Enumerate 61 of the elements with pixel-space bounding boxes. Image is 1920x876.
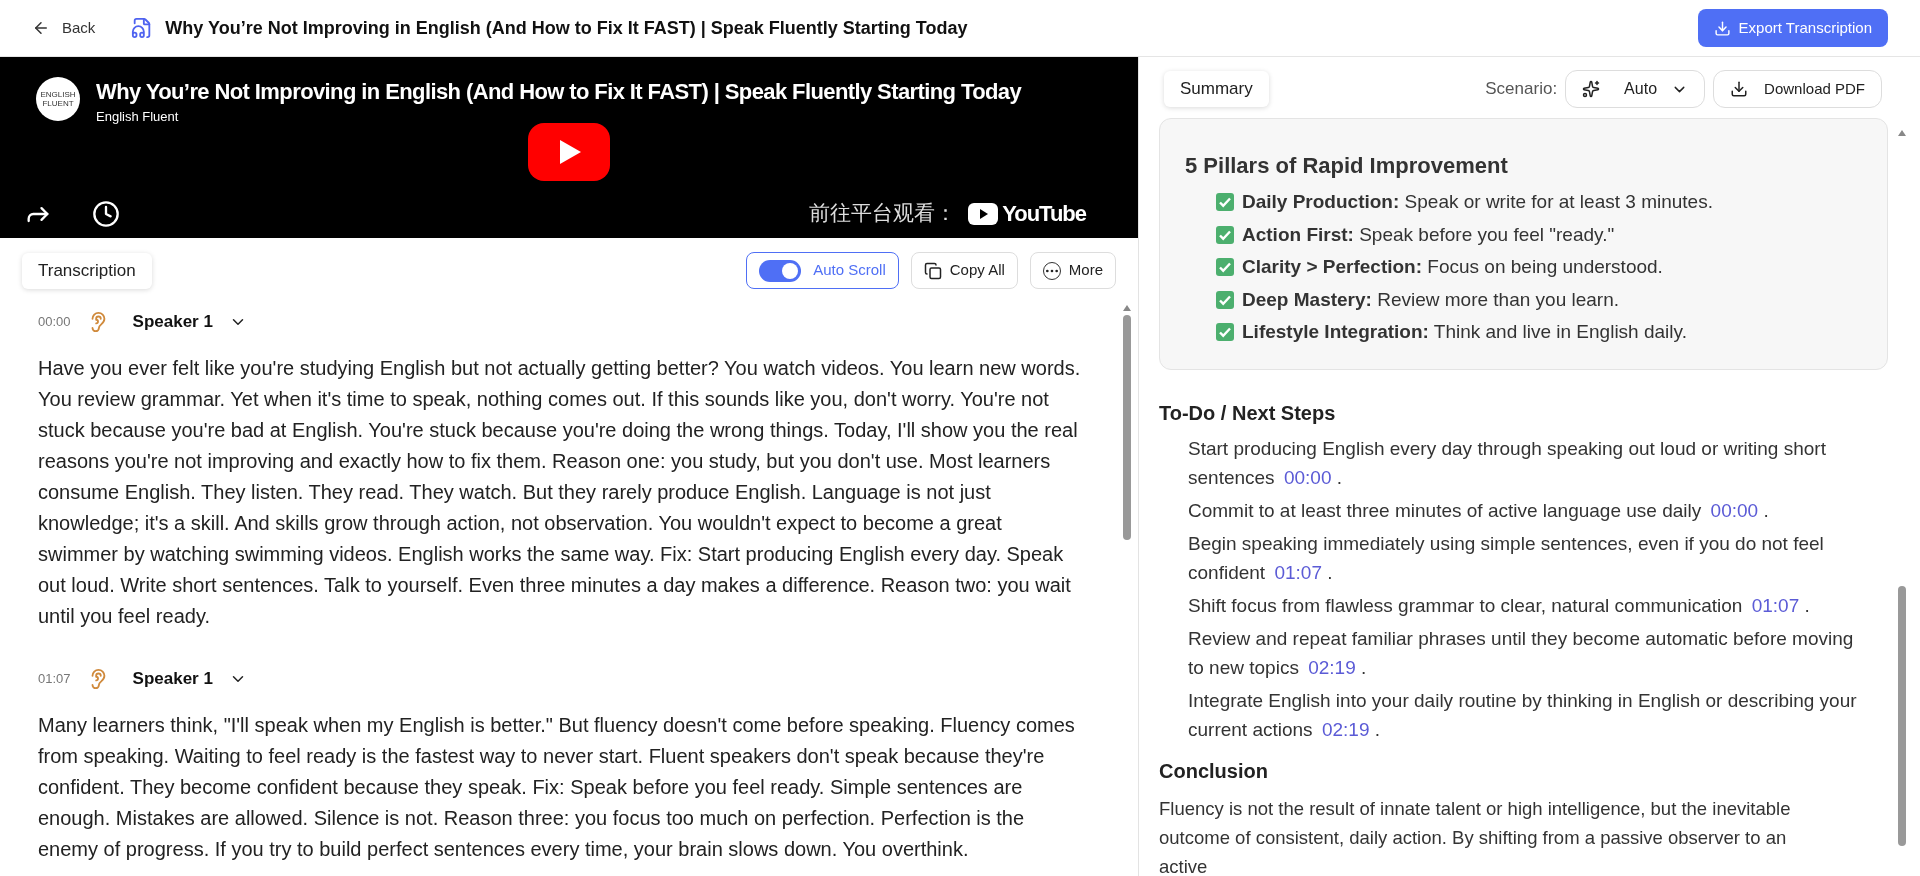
scrollbar-thumb[interactable] <box>1123 315 1131 540</box>
pillar-text: Action First: Speak before you feel "ready." <box>1242 222 1615 247</box>
todo-item: Start producing English every day through speaking out loud or writing short sentences 00:00 . <box>1188 436 1827 490</box>
section-heading: To-Do / Next Steps <box>1159 400 1337 426</box>
checkmark-icon <box>1215 192 1235 213</box>
back-button[interactable]: Back <box>32 16 96 40</box>
timestamp-link[interactable]: 00:00 <box>1710 499 1759 521</box>
todo-item: Shift focus from flawless grammar to clear, natural communication 01:07 . <box>1188 593 1811 618</box>
scenario-label: Scenario: <box>1485 78 1558 101</box>
pillar-text: Lifestyle Integration: Think and live in English daily. <box>1242 320 1687 344</box>
checkmark-icon <box>1215 289 1235 310</box>
transcript-paragraph: Many learners think, "I'll speak when my English is better." But fluency doesn't come before speaking. Fluency comes from speaking. Waiting to feel ready is the fastest way to never start. Fluent speakers don't speak because they're confident. They become confident because they speak. Fix: Speak before you feel ready. Simple sentences are enough. Mistakes are allowed. Silence is not. Reason three: you focus too much on perfection. Perfection is the enemy of progress. If you try to build perfect sentences every time, your brain slows down. You overthink. <box>38 713 1076 862</box>
checkmark-icon <box>1215 257 1235 278</box>
todo-item: Begin speaking immediately using simple sentences, even if you do not feel confident 01:07 . <box>1188 531 1825 585</box>
conclusion-paragraph: Fluency is not the result of innate talent or high intelligence, but the inevitable outcome of consistent, daily action. By shifting from a passive observer to an active <box>1159 796 1792 876</box>
timestamp-link[interactable]: 01:07 <box>1751 594 1800 616</box>
pillar-text: Clarity > Perfection: Focus on being understood. <box>1242 255 1663 279</box>
section-heading: Conclusion <box>1159 758 1269 784</box>
speaker-name: Speaker 1 <box>132 311 213 334</box>
download-icon <box>1713 19 1731 37</box>
scrollbar-thumb[interactable] <box>1898 586 1906 846</box>
auto-scroll-toggle[interactable]: Auto Scroll <box>746 252 899 289</box>
play-logo-icon <box>968 202 999 225</box>
checkmark-icon <box>1215 322 1235 343</box>
platform-logo[interactable]: YouTube <box>968 197 1086 230</box>
segment-timestamp[interactable]: 00:00 <box>38 312 71 332</box>
timestamp-link[interactable]: 02:19 <box>1321 718 1370 740</box>
timestamp-link[interactable]: 01:07 <box>1274 561 1322 583</box>
more-button[interactable]: More <box>1029 252 1116 289</box>
scroll-up-arrow-icon[interactable] <box>1123 305 1131 311</box>
channel-avatar: ENGLISH FLUENT <box>36 77 80 121</box>
watch-later-icon[interactable] <box>92 199 120 228</box>
card-heading: 5 Pillars of Rapid Improvement <box>1185 152 1509 180</box>
copy-all-button[interactable]: Copy All <box>910 252 1018 289</box>
watch-on-label: 前往平台观看： <box>809 199 957 227</box>
todo-item: Commit to at least three minutes of active language use daily 00:00 . <box>1188 498 1770 523</box>
download-pdf-button[interactable]: Download PDF <box>1713 70 1882 108</box>
transcription-tab[interactable]: Transcription <box>22 252 152 289</box>
download-icon <box>1730 80 1749 98</box>
timestamp-link[interactable]: 00:00 <box>1283 466 1332 488</box>
todo-item: Integrate English into your daily routine by thinking in English or describing your current actions 02:19 . <box>1188 688 1858 742</box>
transcript-paragraph: Have you ever felt like you're studying English but not actually getting better? You watch videos. You learn new words. You review grammar. Yet when it's time to speak, nothing comes out. If this sounds like you, don't worry. You're not stuck because you're bad at English. You're stuck because you're doing the wrong things. Today, I'll show you the real reasons you're not improving and exactly how to fix them. Reason one: you study, but you don't use. Most learners consume English. They listen. They read. They watch. But they rarely produce English. Language is not just knowledge; it's a skill. And skills grow through action, not observation. You wouldn't expect to become a great swimmer by watching swimming videos. English works the same way. Fix: Start producing English every day. Speak out loud. Write short sentences. Talk to yourself. Even three minutes a day makes a difference. Reason two: you wait until you feel ready. <box>38 356 1082 629</box>
timestamp-link[interactable]: 02:19 <box>1308 656 1356 678</box>
scenario-select[interactable]: Auto <box>1565 70 1706 108</box>
summary-tab[interactable]: Summary <box>1164 71 1269 107</box>
play-button[interactable] <box>528 122 610 181</box>
toggle-switch <box>759 259 802 282</box>
channel-name: English Fluent <box>96 108 180 126</box>
todo-item: Review and repeat familiar phrases until they become automatic before moving to new topics 02:19 . <box>1188 626 1855 680</box>
checkmark-icon <box>1215 224 1235 245</box>
video-player[interactable]: ENGLISH FLUENT Why You’re Not Improving in English (And How to Fix It FAST) | Speak Fluently Starting Today English Fluent 前往平台观看： YouTube <box>0 57 1138 238</box>
pillar-text: Daily Production: Speak or write for at least 3 minutes. <box>1242 190 1713 214</box>
video-title: Why You’re Not Improving in English (And How to Fix It FAST) | Speak Fluently Starting Today <box>96 78 1022 106</box>
copy-icon <box>923 261 942 280</box>
sparkles-icon <box>1582 80 1601 98</box>
speaker-name: Speaker 1 <box>132 668 213 691</box>
page-title: Why You’re Not Improving in English (And How to Fix It FAST) | Speak Fluently Starting Today <box>165 16 968 40</box>
scroll-up-arrow-icon[interactable] <box>1898 130 1906 136</box>
segment-timestamp[interactable]: 01:07 <box>38 669 71 689</box>
pillar-text: Deep Mastery: Review more than you learn. <box>1242 287 1619 312</box>
export-transcription-button[interactable]: Export Transcription <box>1697 9 1888 47</box>
